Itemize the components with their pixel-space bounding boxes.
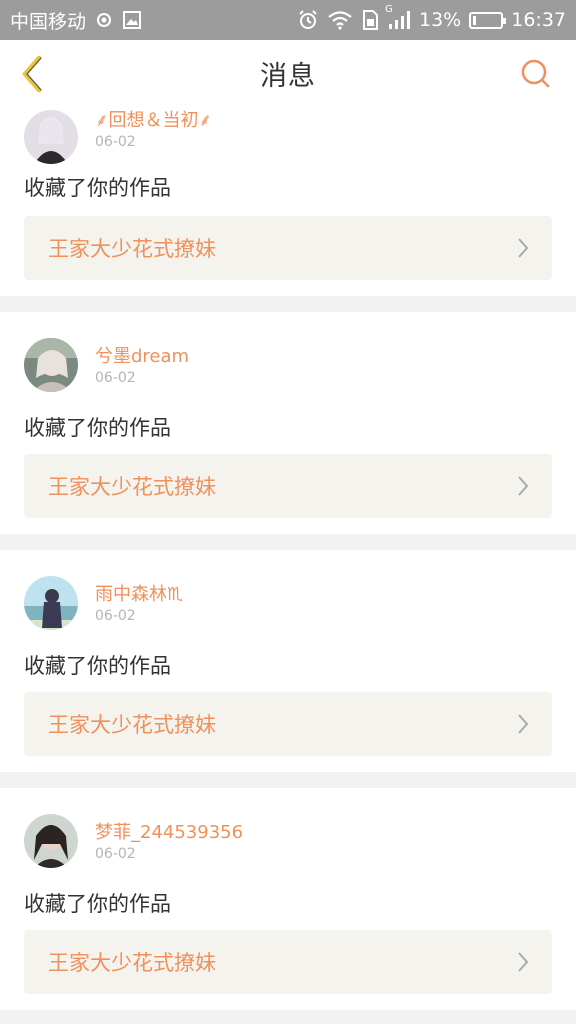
sim-icon — [361, 9, 379, 31]
work-title: 王家大少花式撩妹 — [48, 237, 216, 261]
message-date: 06-02 — [95, 608, 136, 624]
signal-icon: G — [385, 4, 411, 30]
search-icon — [521, 59, 550, 88]
message-date: 06-02 — [95, 370, 136, 386]
battery-icon — [469, 11, 507, 29]
avatar[interactable] — [24, 576, 78, 630]
message-date: 06-02 — [95, 846, 136, 862]
username[interactable]: ⸙回想＆当初⸙ — [95, 106, 212, 132]
avatar[interactable] — [24, 110, 78, 164]
hotspot-icon — [94, 10, 114, 30]
chevron-right-icon — [518, 238, 529, 258]
chevron-left-icon — [22, 55, 42, 93]
network-type-label: G — [385, 4, 393, 15]
avatar[interactable] — [24, 814, 78, 868]
message-date: 06-02 — [95, 134, 136, 150]
message-card: 兮墨dream 06-02 收藏了你的作品 王家大少花式撩妹 — [0, 312, 576, 534]
chevron-right-icon — [518, 714, 529, 734]
work-link[interactable]: 王家大少花式撩妹 — [24, 930, 552, 994]
action-text: 收藏了你的作品 — [24, 176, 171, 200]
action-text: 收藏了你的作品 — [24, 892, 171, 916]
username[interactable]: 梦菲_244539356 — [95, 818, 243, 844]
alarm-icon — [297, 9, 319, 31]
back-button[interactable] — [14, 54, 50, 94]
chevron-right-icon — [518, 952, 529, 972]
action-text: 收藏了你的作品 — [24, 654, 171, 678]
chevron-right-icon — [518, 476, 529, 496]
battery-percent: 13% — [419, 9, 462, 31]
work-link[interactable]: 王家大少花式撩妹 — [24, 454, 552, 518]
image-icon — [122, 10, 142, 30]
username[interactable]: 兮墨dream — [95, 342, 189, 368]
page-title: 消息 — [260, 61, 316, 92]
message-card: 梦菲_244539356 06-02 收藏了你的作品 王家大少花式撩妹 — [0, 788, 576, 1010]
work-link[interactable]: 王家大少花式撩妹 — [24, 692, 552, 756]
work-link[interactable]: 王家大少花式撩妹 — [24, 216, 552, 280]
message-list: ⸙回想＆当初⸙ 06-02 收藏了你的作品 王家大少花式撩妹 兮墨dream 0… — [0, 96, 576, 1024]
search-button[interactable] — [518, 56, 554, 92]
avatar[interactable] — [24, 338, 78, 392]
message-card: ⸙回想＆当初⸙ 06-02 收藏了你的作品 王家大少花式撩妹 — [0, 96, 576, 296]
username[interactable]: 雨中森林♏ — [95, 580, 183, 606]
work-title: 王家大少花式撩妹 — [48, 475, 216, 499]
status-bar: 中国移动 G 13% 16:37 — [0, 0, 576, 40]
work-title: 王家大少花式撩妹 — [48, 713, 216, 737]
action-text: 收藏了你的作品 — [24, 416, 171, 440]
message-card: 雨中森林♏ 06-02 收藏了你的作品 王家大少花式撩妹 — [0, 550, 576, 772]
wifi-icon — [327, 10, 353, 30]
clock-time: 16:37 — [511, 9, 566, 31]
work-title: 王家大少花式撩妹 — [48, 951, 216, 975]
carrier-label: 中国移动 — [10, 10, 87, 33]
